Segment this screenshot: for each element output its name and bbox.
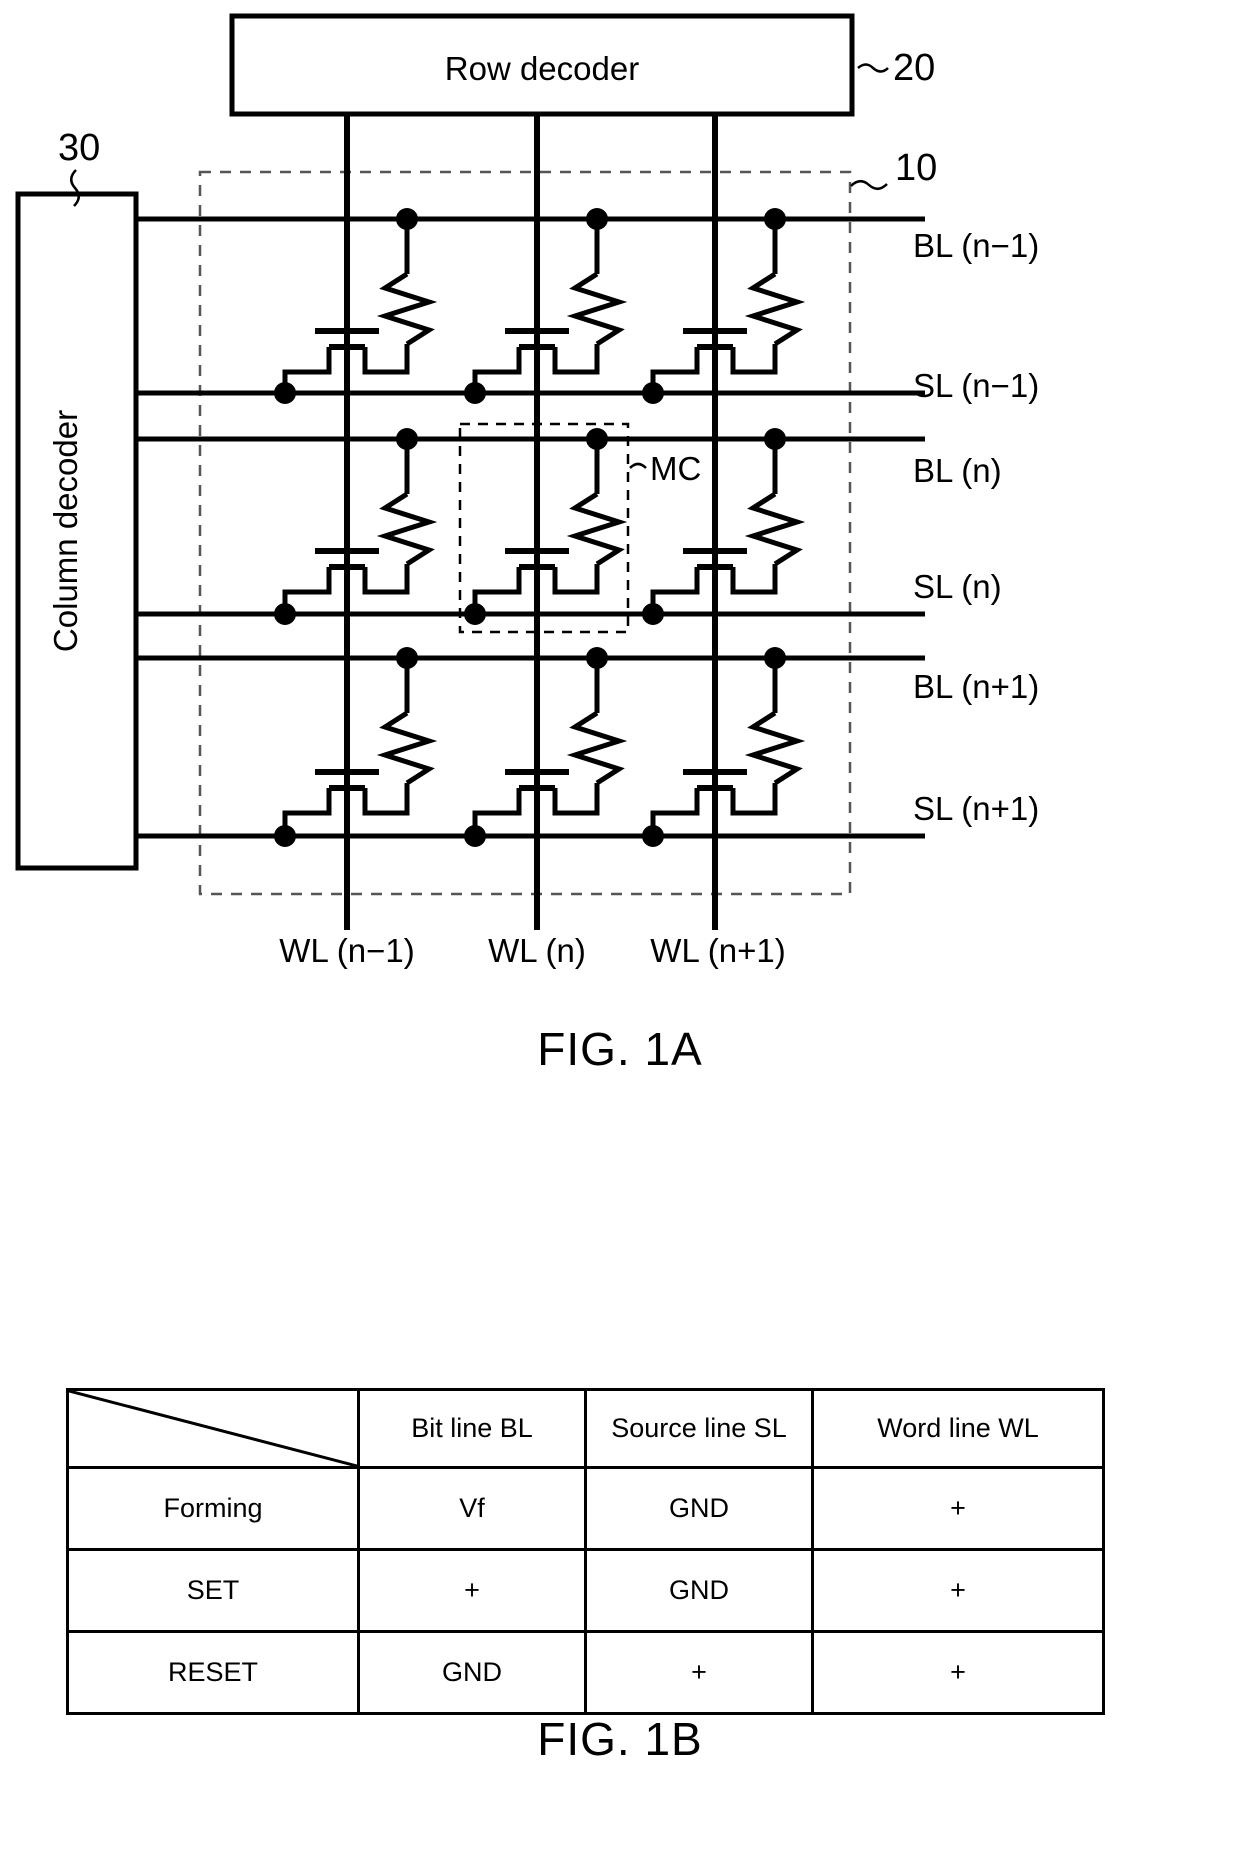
sl-junction-dot — [642, 603, 664, 625]
source-line-label-n-plus-1: SL (n+1) — [913, 790, 1039, 827]
cell-set-wl: + — [811, 1548, 1105, 1633]
corner-diagonal-icon — [69, 1391, 357, 1466]
cell-reset-bl: GND — [357, 1630, 587, 1715]
resistive-element — [376, 710, 438, 786]
memory-cell-row-n-plus-1-col-n-minus-1[interactable] — [274, 647, 438, 847]
table-header-row: Bit line BL Source line SL Word line WL — [66, 1388, 1105, 1469]
lead-line-10 — [850, 180, 888, 190]
column-decoder-label: Column decoder — [47, 410, 84, 652]
cell-set-bl: + — [357, 1548, 587, 1633]
sl-junction-dot — [464, 825, 486, 847]
word-line-label-n-minus-1: WL (n−1) — [279, 932, 414, 969]
sl-junction-dot — [274, 382, 296, 404]
resistive-element — [376, 271, 438, 347]
bit-line-label-n-plus-1: BL (n+1) — [913, 668, 1039, 705]
resistive-element — [566, 491, 628, 567]
memory-cell-row-n-plus-1-col-n-plus-1[interactable] — [642, 647, 806, 847]
row-decoder-label: Row decoder — [445, 50, 639, 87]
table-row: Forming Vf GND + — [66, 1466, 1105, 1551]
column-header-word-line: Word line WL — [811, 1388, 1105, 1469]
lead-line-20 — [857, 63, 889, 73]
drain-leg — [552, 344, 600, 375]
resistive-element — [744, 491, 806, 567]
bit-line-label-n: BL (n) — [913, 452, 1002, 489]
table-corner-cell — [66, 1388, 360, 1469]
sl-junction-dot — [464, 603, 486, 625]
drain-leg — [552, 783, 600, 816]
table-row: SET + GND + — [66, 1548, 1105, 1633]
source-line-label-n-minus-1: SL (n−1) — [913, 367, 1039, 404]
memory-cell-row-n-plus-1-col-n[interactable] — [464, 647, 628, 847]
resistive-element — [376, 491, 438, 567]
sl-junction-dot — [274, 825, 296, 847]
memory-cell-row-n-col-n-minus-1[interactable] — [274, 428, 438, 625]
resistive-element — [566, 710, 628, 786]
drain-leg — [362, 783, 410, 816]
drain-leg — [362, 564, 410, 595]
resistive-element — [566, 271, 628, 347]
source-line-label-n: SL (n) — [913, 568, 1002, 605]
row-header-set: SET — [66, 1548, 360, 1633]
memory-cell-label: MC — [650, 450, 701, 487]
resistive-element — [744, 710, 806, 786]
drain-leg — [552, 564, 600, 595]
cell-reset-wl: + — [811, 1630, 1105, 1715]
column-header-source-line: Source line SL — [584, 1388, 814, 1469]
resistive-element — [744, 271, 806, 347]
cell-forming-bl: Vf — [357, 1466, 587, 1551]
figure-1a-schematic: Row decoder 20 10 Column decoder 30 MC B… — [15, 13, 1039, 969]
memory-cell-row-n-minus-1-col-n[interactable] — [464, 208, 628, 404]
word-line-label-n: WL (n) — [488, 932, 586, 969]
drain-leg — [730, 344, 778, 375]
drain-leg — [730, 564, 778, 595]
cell-forming-wl: + — [811, 1466, 1105, 1551]
row-header-forming: Forming — [66, 1466, 360, 1551]
cell-set-sl: GND — [584, 1548, 814, 1633]
drain-leg — [362, 344, 410, 375]
figure-1a-caption: FIG. 1A — [537, 1023, 703, 1075]
ref-numeral-20: 20 — [893, 47, 935, 89]
figure-1b-table-wrapper: Bit line BL Source line SL Word line WL … — [66, 1388, 1105, 1715]
row-header-reset: RESET — [66, 1630, 360, 1715]
sl-junction-dot — [642, 382, 664, 404]
cell-forming-sl: GND — [584, 1466, 814, 1551]
ref-numeral-10: 10 — [895, 147, 937, 189]
sl-junction-dot — [642, 825, 664, 847]
memory-cell-row-n-col-n[interactable] — [464, 428, 628, 625]
sl-junction-dot — [464, 382, 486, 404]
patent-figure-page: Row decoder 20 10 Column decoder 30 MC B… — [0, 0, 1240, 1865]
memory-cell-row-n-minus-1-col-n-plus-1[interactable] — [642, 208, 806, 404]
figure-1b-caption: FIG. 1B — [537, 1713, 703, 1765]
bit-line-label-n-minus-1: BL (n−1) — [913, 227, 1039, 264]
operation-conditions-table: Bit line BL Source line SL Word line WL … — [66, 1388, 1105, 1715]
table-row: RESET GND + + — [66, 1630, 1105, 1715]
lead-line-mc — [629, 462, 647, 469]
memory-cell-row-n-minus-1-col-n-minus-1[interactable] — [274, 208, 438, 404]
word-line-label-n-plus-1: WL (n+1) — [650, 932, 785, 969]
column-header-bit-line: Bit line BL — [357, 1388, 587, 1469]
sl-junction-dot — [274, 603, 296, 625]
drain-leg — [730, 783, 778, 816]
ref-numeral-30: 30 — [58, 127, 100, 169]
cell-reset-sl: + — [584, 1630, 814, 1715]
